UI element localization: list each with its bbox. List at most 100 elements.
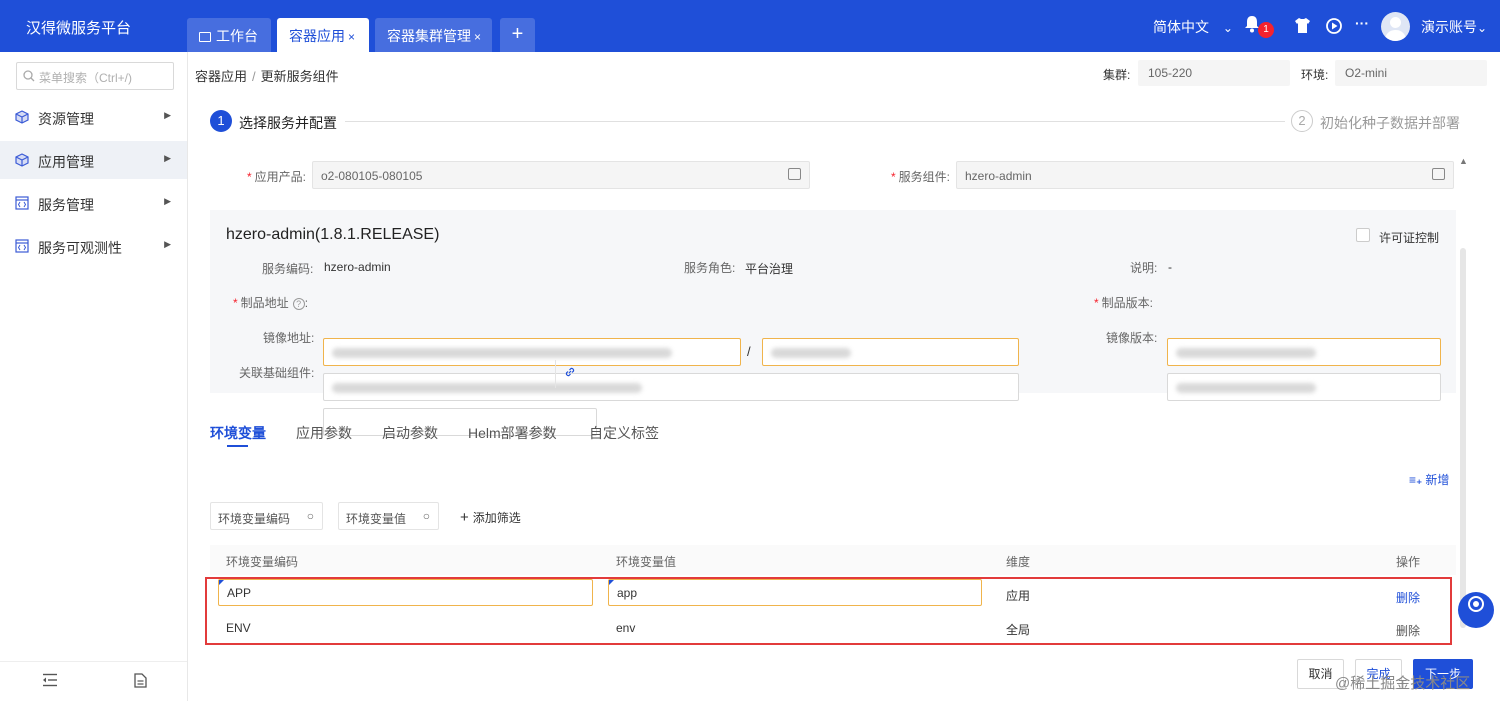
breadcrumb-parent[interactable]: 容器应用 [195,69,247,84]
component-label: * 服务组件: [890,170,950,184]
product-field[interactable]: o2-080105-080105 [312,161,810,189]
tab-workbench[interactable]: 工作台 [187,18,271,52]
shirt-icon[interactable] [1294,18,1311,36]
step-2-title: 初始化种子数据并部署 [1320,115,1460,131]
tab-cluster-management[interactable]: 容器集群管理 × [375,18,492,52]
plus-icon: + [460,509,469,526]
description-value: - [1168,260,1172,274]
redacted-text [1176,348,1316,358]
caret-right-icon: ▶ [164,153,171,163]
table-header [210,545,1456,575]
active-tab-indicator [227,445,248,447]
column-header: 操作 [1396,555,1421,569]
close-icon[interactable]: × [348,30,355,44]
scroll-up-icon[interactable]: ▲ [1459,156,1468,166]
sidebar-item-label: 服务可观测性 [38,240,122,256]
caret-right-icon: ▶ [164,196,171,206]
caret-right-icon: ▶ [164,110,171,120]
help-icon[interactable]: ? [292,298,305,310]
add-list-icon: ≡₊ [1409,473,1423,487]
column-header: 环境变量值 [616,555,677,569]
more-icon[interactable]: ··· [1355,15,1369,31]
sidebar: 菜单搜索（Ctrl+/) 资源管理 ▶ 应用管理 ▶ 服务管理 ▶ 服务可观测性… [0,52,188,701]
license-checkbox[interactable] [1356,228,1370,242]
search-icon: ○ [306,509,314,523]
add-new-button[interactable]: ≡₊ 新增 [1409,471,1449,488]
tab-container-app[interactable]: 容器应用 × [277,18,369,52]
tab-startup-params[interactable]: 启动参数 [382,423,438,443]
cube-icon [15,110,29,124]
column-header: 维度 [1006,555,1031,569]
column-header: 环境变量编码 [226,555,299,569]
related-component-label: 关联基础组件: [239,366,315,380]
chevron-down-icon: ⌄ [1222,21,1233,35]
service-title: hzero-admin(1.8.1.RELEASE) [226,226,440,243]
breadcrumb-separator: / [252,69,256,84]
close-icon[interactable]: × [474,30,481,44]
menu-search-input[interactable]: 菜单搜索（Ctrl+/) [16,62,174,90]
search-placeholder: 菜单搜索（Ctrl+/) [39,71,133,85]
code-window-icon [15,239,29,253]
sidebar-item-application[interactable]: 应用管理 ▶ [0,141,187,179]
caret-right-icon: ▶ [164,239,171,249]
lookup-icon[interactable] [788,168,801,180]
service-code-label: 服务编码: [262,262,314,276]
sidebar-item-label: 服务管理 [38,197,94,213]
lookup-icon[interactable] [1432,168,1445,180]
artifact-path-input[interactable] [762,338,1019,366]
artifact-address-input[interactable] [323,338,741,366]
link-icon[interactable] [555,360,583,388]
license-label: 许可证控制 [1379,231,1440,245]
document-icon[interactable] [134,673,147,692]
sidebar-item-resource[interactable]: 资源管理 ▶ [0,98,187,136]
add-filter-button[interactable]: + 添加筛选 [460,509,521,526]
service-role-label: 服务角色: [684,261,736,275]
language-selector[interactable]: 简体中文 ⌄ [1153,17,1233,37]
step-divider [345,121,1285,122]
image-version-input[interactable] [1167,373,1441,401]
component-value: hzero-admin [965,169,1032,183]
tab-label: 工作台 [216,28,258,44]
tab-label: 容器集群管理 [387,28,471,44]
cube-icon [15,153,29,167]
image-address-input[interactable] [323,373,1019,401]
redacted-text [1176,383,1316,393]
step-1-title: 选择服务并配置 [239,115,337,131]
tab-env-vars[interactable]: 环境变量 [210,423,266,443]
source-watermark: @稀土掘金技术社区 [1335,675,1471,692]
breadcrumb: 容器应用 / 更新服务组件 [195,66,339,85]
sidebar-item-service[interactable]: 服务管理 ▶ [0,184,187,222]
language-label: 简体中文 [1153,19,1209,35]
step-1-indicator: 1 [210,110,232,132]
play-icon[interactable] [1326,18,1342,37]
image-address-label: 镜像地址: [263,331,315,345]
filter-env-code[interactable]: 环境变量编码 ○ [210,502,323,530]
product-label: * 应用产品: [246,170,306,184]
avatar[interactable] [1381,12,1410,41]
tab-helm-params[interactable]: Helm部署参数 [468,423,557,443]
collapse-sidebar-icon[interactable] [42,673,58,692]
service-role-value: 平台治理 [745,262,794,276]
redacted-text [332,348,672,358]
scrollbar[interactable] [1460,248,1466,628]
component-field[interactable]: hzero-admin [956,161,1454,189]
redacted-text [332,383,642,393]
tab-app-params[interactable]: 应用参数 [296,423,352,443]
sidebar-footer [0,661,187,701]
main-content: 容器应用 / 更新服务组件 集群: 105-220 环境: O2-mini 1 选择… [188,52,1500,701]
artifact-version-label: * 制品版本: [1094,296,1154,310]
sidebar-item-observability[interactable]: 服务可观测性 ▶ [0,227,187,265]
environment-label: 环境: [1301,68,1329,82]
add-tab-button[interactable]: + [500,18,535,52]
description-label: 说明: [1130,261,1158,275]
account-name: 演示账号 [1421,19,1477,35]
tab-custom-labels[interactable]: 自定义标签 [589,423,659,443]
artifact-version-input[interactable] [1167,338,1441,366]
filter-env-value[interactable]: 环境变量值 ○ [338,502,439,530]
product-value: o2-080105-080105 [321,169,423,183]
account-menu[interactable]: 演示账号⌄ [1421,17,1487,37]
sidebar-item-label: 应用管理 [38,154,94,170]
monitor-icon [199,32,211,42]
redacted-text [771,348,851,358]
chat-icon[interactable] [1458,592,1494,628]
